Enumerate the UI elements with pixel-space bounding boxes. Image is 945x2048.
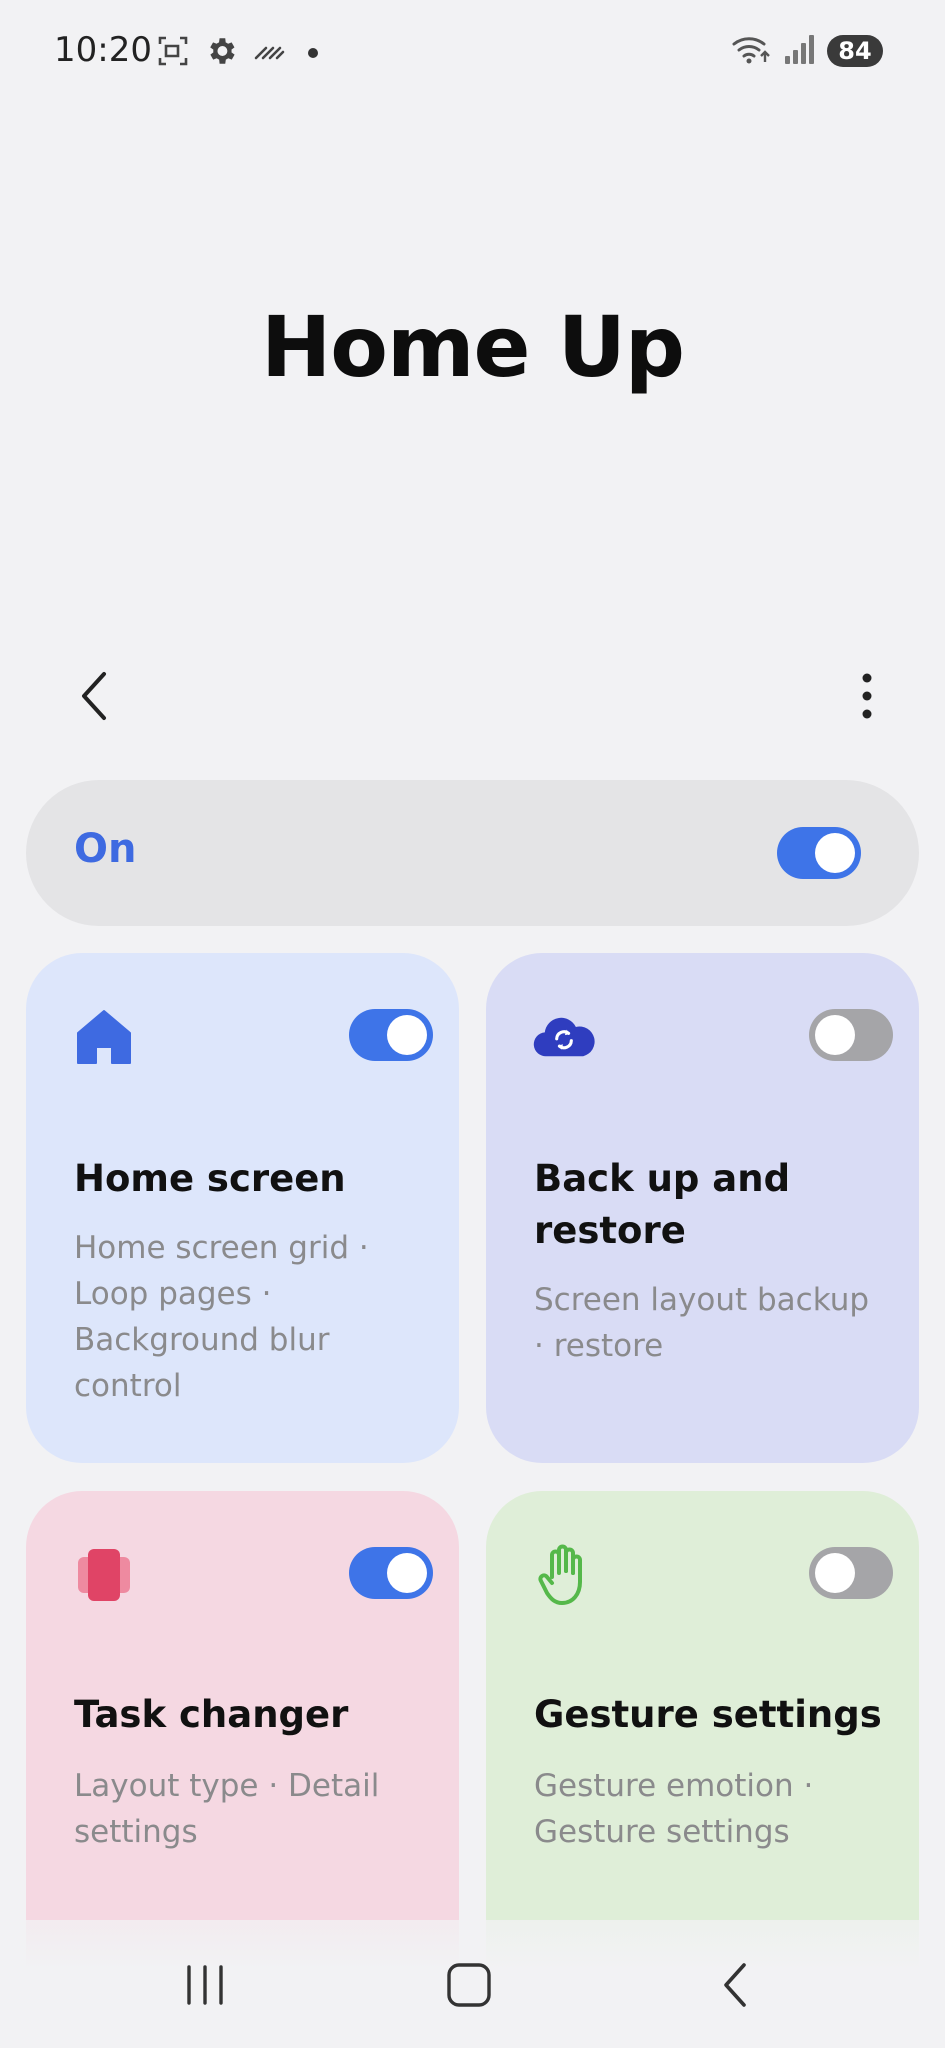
- backup-restore-toggle[interactable]: [809, 1009, 893, 1061]
- home-screen-card[interactable]: Home screen Home screen grid · Loop page…: [26, 953, 459, 1463]
- status-bar: 10:20 84: [0, 0, 945, 104]
- recents-button[interactable]: [160, 1950, 250, 2020]
- recents-icon: [187, 1965, 223, 2005]
- toggle-knob: [815, 1553, 855, 1593]
- master-toggle[interactable]: [777, 827, 861, 879]
- hand-icon: [532, 1543, 596, 1607]
- back-nav-icon: [724, 1963, 746, 2007]
- settings-gear-icon: [204, 34, 238, 72]
- status-icons-left: [156, 34, 318, 72]
- chevron-left-icon: [82, 672, 106, 720]
- navigation-bar: [0, 1920, 945, 2048]
- card-title: Gesture settings: [534, 1693, 882, 1736]
- backup-restore-card[interactable]: Back up and restore Screen layout backup…: [486, 953, 919, 1463]
- screenshot-icon: [156, 34, 190, 72]
- toggle-knob: [387, 1553, 427, 1593]
- card-description: Home screen grid · Loop pages · Backgrou…: [74, 1230, 369, 1404]
- home-button[interactable]: [424, 1950, 514, 2020]
- gesture-settings-toggle[interactable]: [809, 1547, 893, 1599]
- master-switch-row[interactable]: On: [26, 780, 919, 926]
- dot-icon: [308, 48, 318, 58]
- home-screen-toggle[interactable]: [349, 1009, 433, 1061]
- toggle-knob: [815, 833, 855, 873]
- toggle-knob: [387, 1015, 427, 1055]
- status-time: 10:20: [54, 30, 152, 70]
- battery-icon: 84: [827, 35, 883, 67]
- wifi-icon: [731, 32, 773, 70]
- toggle-knob: [815, 1015, 855, 1055]
- card-description: Gesture emotion · Gesture settings: [534, 1768, 814, 1850]
- page-title: Home Up: [260, 298, 685, 396]
- card-description: Layout type · Detail settings: [74, 1768, 380, 1850]
- status-icons-right: 84: [731, 32, 883, 70]
- card-title: Task changer: [74, 1693, 349, 1736]
- card-title: Back up and restore: [534, 1157, 791, 1252]
- master-switch-label: On: [74, 826, 137, 872]
- task-changer-toggle[interactable]: [349, 1547, 433, 1599]
- back-nav-button[interactable]: [690, 1950, 780, 2020]
- back-button[interactable]: [66, 666, 122, 726]
- home-nav-icon: [447, 1963, 491, 2007]
- more-options-button[interactable]: [839, 666, 895, 726]
- cloud-sync-icon: [532, 1005, 596, 1069]
- task-cards-icon: [72, 1543, 136, 1607]
- toolbar: [0, 650, 945, 740]
- signal-icon: [783, 32, 817, 70]
- card-title: Home screen: [74, 1157, 346, 1200]
- card-description: Screen layout backup · restore: [534, 1282, 870, 1364]
- more-vertical-icon: [862, 673, 872, 719]
- home-icon: [72, 1005, 136, 1069]
- hatch-icon: [252, 34, 286, 72]
